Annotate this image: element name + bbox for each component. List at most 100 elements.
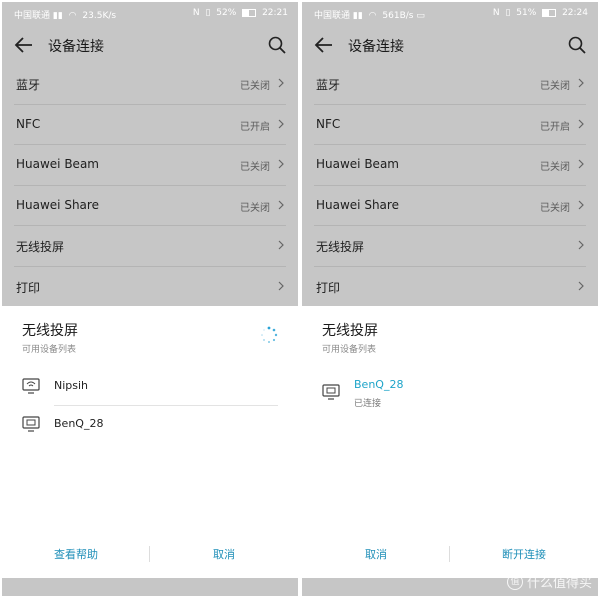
wifi-icon: ◠: [368, 11, 377, 21]
battery-fill: [243, 9, 250, 16]
settings-row-huawei-share[interactable]: Huawei Share 已关闭: [314, 186, 586, 226]
settings-row-wireless-projection[interactable]: 无线投屏: [314, 226, 586, 267]
row-label: NFC: [16, 116, 41, 131]
device-item-nipsih[interactable]: Nipsih: [22, 368, 278, 406]
clock: 22:21: [262, 8, 288, 18]
page-title: 设备连接: [348, 39, 404, 55]
app-bar: 设备连接: [2, 26, 298, 64]
settings-row-print[interactable]: 打印: [14, 267, 286, 307]
search-icon[interactable]: [568, 36, 586, 54]
device-name: BenQ_28: [54, 417, 104, 430]
row-label: Huawei Beam: [316, 157, 399, 171]
row-status: 已关闭: [240, 162, 270, 173]
chevron-right-icon: [278, 78, 284, 88]
dialog-actions: 查看帮助 取消: [2, 542, 298, 566]
row-status: 已开启: [540, 121, 570, 133]
row-label: Huawei Share: [316, 197, 399, 212]
projection-dialog: 无线投屏 可用设备列表 BenQ_28 已连接 取消 断开连接: [302, 306, 598, 578]
settings-row-bluetooth[interactable]: 蓝牙 已关闭: [314, 64, 586, 105]
vibrate-icon: ▯: [205, 8, 211, 18]
page-title: 设备连接: [48, 39, 104, 55]
chevron-right-icon: [278, 240, 284, 250]
dialog-subtitle: 可用设备列表: [322, 345, 377, 355]
chevron-right-icon: [278, 200, 284, 209]
chevron-right-icon: [578, 159, 584, 169]
battery-fill: [543, 9, 550, 16]
monitor-icon: [22, 416, 40, 432]
wifi-icon: ◠: [68, 11, 77, 21]
net-speed: 23.5K/s: [82, 11, 117, 21]
cancel-button[interactable]: 取消: [302, 546, 450, 562]
row-label: 无线投屏: [316, 240, 365, 254]
settings-row-nfc[interactable]: NFC 已开启: [14, 105, 286, 145]
battery-percent: 51%: [516, 8, 537, 18]
cancel-button[interactable]: 取消: [150, 546, 298, 562]
chevron-right-icon: [578, 200, 584, 209]
device-item-benq-28[interactable]: BenQ_28: [22, 406, 278, 444]
navigation-bar: [2, 578, 298, 596]
dialog-actions: 取消 断开连接: [302, 542, 598, 566]
help-button[interactable]: 查看帮助: [2, 546, 150, 562]
connection-status: 已连接: [354, 399, 382, 409]
signal-icon: ▮▮: [352, 11, 363, 21]
vibrate-icon: ▯: [505, 8, 511, 18]
dialog-title: 无线投屏: [22, 323, 78, 339]
net-speed: 561B/s: [382, 11, 414, 21]
row-status: 已关闭: [240, 202, 270, 214]
row-status: 已关闭: [240, 81, 270, 92]
settings-list: 蓝牙 已关闭 NFC 已开启 Huawei Beam 已关闭 Huawei Sh…: [302, 64, 598, 306]
settings-row-print[interactable]: 打印: [314, 267, 586, 307]
row-label: Huawei Share: [16, 197, 99, 212]
row-status: 已开启: [240, 121, 270, 133]
settings-row-bluetooth[interactable]: 蓝牙 已关闭: [14, 64, 286, 105]
chevron-right-icon: [278, 281, 284, 290]
disconnect-button[interactable]: 断开连接: [450, 546, 598, 562]
row-label: 打印: [16, 280, 41, 295]
chevron-right-icon: [578, 240, 584, 250]
battery-icon: [542, 8, 557, 17]
dialog-subtitle: 可用设备列表: [22, 345, 77, 355]
row-label: Huawei Beam: [16, 157, 99, 171]
row-label: 打印: [316, 280, 341, 295]
settings-row-huawei-share[interactable]: Huawei Share 已关闭: [14, 186, 286, 226]
nfc-icon: N: [492, 8, 500, 18]
settings-row-nfc[interactable]: NFC 已开启: [314, 105, 586, 145]
watermark-logo-icon: 值: [506, 574, 523, 590]
status-bar: 中国联通 ▮▮ ◠ 561B/s ▭ N ▯ 51% 22:24: [302, 2, 598, 26]
chevron-right-icon: [278, 159, 284, 169]
carrier-label: 中国联通: [314, 11, 351, 21]
row-label: 蓝牙: [16, 78, 41, 92]
chevron-right-icon: [578, 281, 584, 290]
settings-row-huawei-beam[interactable]: Huawei Beam 已关闭: [314, 145, 586, 186]
row-status: 已关闭: [540, 162, 570, 173]
loading-spinner-icon: [261, 326, 278, 343]
row-label: 蓝牙: [316, 78, 341, 92]
battery-icon: [242, 8, 257, 17]
row-label: NFC: [316, 116, 341, 131]
app-bar: 设备连接: [302, 26, 598, 64]
back-arrow-icon[interactable]: [14, 36, 34, 54]
row-status: 已关闭: [540, 202, 570, 214]
watermark: 值什么值得买: [506, 572, 592, 592]
status-bar: 中国联通 ▮▮ ◠ 23.5K/s N ▯ 52% 22:21: [2, 2, 298, 26]
device-name: BenQ_28: [354, 378, 404, 391]
watermark-text: 什么值得买: [526, 575, 592, 591]
wifi-display-icon: [22, 378, 40, 394]
row-status: 已关闭: [540, 81, 570, 92]
chevron-right-icon: [278, 119, 284, 128]
battery-percent: 52%: [216, 8, 237, 18]
back-arrow-icon[interactable]: [314, 36, 334, 54]
phone-screen-scanning: 中国联通 ▮▮ ◠ 23.5K/s N ▯ 52% 22:21 设备连接 蓝牙 …: [2, 2, 298, 596]
clock: 22:24: [562, 8, 588, 18]
chevron-right-icon: [578, 119, 584, 128]
cast-icon: ▭: [416, 11, 425, 21]
settings-row-huawei-beam[interactable]: Huawei Beam 已关闭: [14, 145, 286, 186]
row-label: 无线投屏: [16, 240, 65, 254]
settings-list: 蓝牙 已关闭 NFC 已开启 Huawei Beam 已关闭 Huawei Sh…: [2, 64, 298, 306]
device-item-benq-28[interactable]: BenQ_28 已连接: [322, 374, 578, 412]
search-icon[interactable]: [268, 36, 286, 54]
phone-screen-connected: 中国联通 ▮▮ ◠ 561B/s ▭ N ▯ 51% 22:24 设备连接 蓝牙…: [302, 2, 598, 596]
signal-icon: ▮▮: [52, 11, 63, 21]
device-name: Nipsih: [54, 379, 89, 392]
settings-row-wireless-projection[interactable]: 无线投屏: [14, 226, 286, 267]
